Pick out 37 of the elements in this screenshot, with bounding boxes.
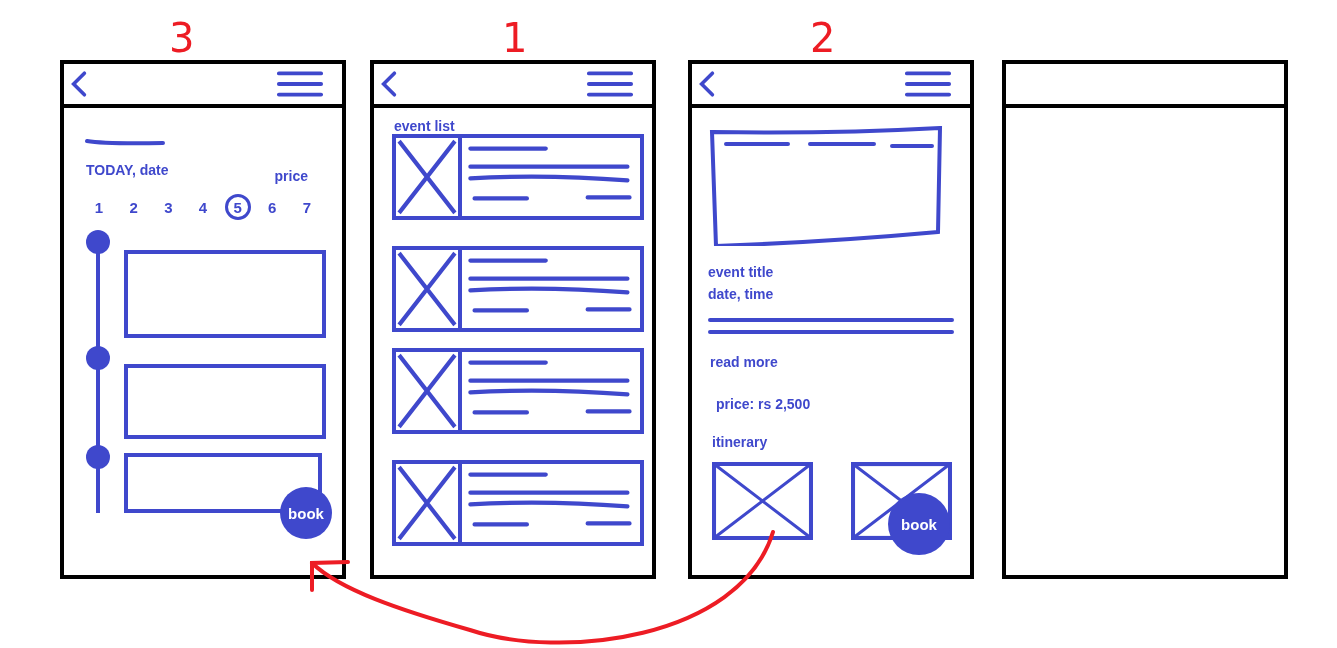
price-text: price: rs 2,500	[716, 396, 812, 412]
event-datetime: date, time	[708, 286, 775, 302]
event-card[interactable]	[392, 460, 644, 546]
day-tab[interactable]: 6	[259, 194, 286, 220]
list-heading: event list	[394, 118, 456, 134]
event-card[interactable]	[392, 134, 644, 220]
event-title: event title	[708, 264, 775, 280]
image-placeholder-icon	[396, 250, 462, 328]
image-placeholder-icon	[396, 352, 462, 430]
day-tab[interactable]: 4	[189, 194, 216, 220]
price-label: price	[274, 168, 308, 184]
menu-icon[interactable]	[904, 69, 952, 99]
itinerary-label: itinerary	[712, 434, 769, 450]
event-slot[interactable]	[124, 364, 326, 439]
event-card[interactable]	[392, 246, 644, 332]
screen-number: 3	[169, 18, 195, 58]
day-tab[interactable]: 5	[224, 194, 251, 220]
screen-number: 1	[502, 18, 528, 58]
back-icon[interactable]	[70, 70, 88, 98]
image-placeholder-icon	[396, 464, 462, 542]
day-tab[interactable]: 1	[86, 194, 112, 220]
day-tab[interactable]: 2	[120, 194, 147, 220]
day-tab[interactable]: 3	[155, 194, 182, 220]
event-card[interactable]	[392, 348, 644, 434]
back-icon[interactable]	[698, 70, 716, 98]
image-placeholder-icon	[396, 138, 462, 216]
image-placeholder-icon	[712, 462, 813, 540]
menu-icon[interactable]	[276, 69, 324, 99]
book-button[interactable]: book	[888, 493, 950, 555]
day-tab[interactable]: 7	[293, 194, 320, 220]
menu-icon[interactable]	[586, 69, 634, 99]
read-more-link[interactable]: read more	[710, 354, 954, 370]
screen-number: 2	[810, 18, 836, 58]
event-slot[interactable]	[124, 250, 326, 338]
book-button[interactable]: book	[280, 487, 332, 539]
back-icon[interactable]	[380, 70, 398, 98]
date-label: TODAY, date	[86, 162, 169, 180]
